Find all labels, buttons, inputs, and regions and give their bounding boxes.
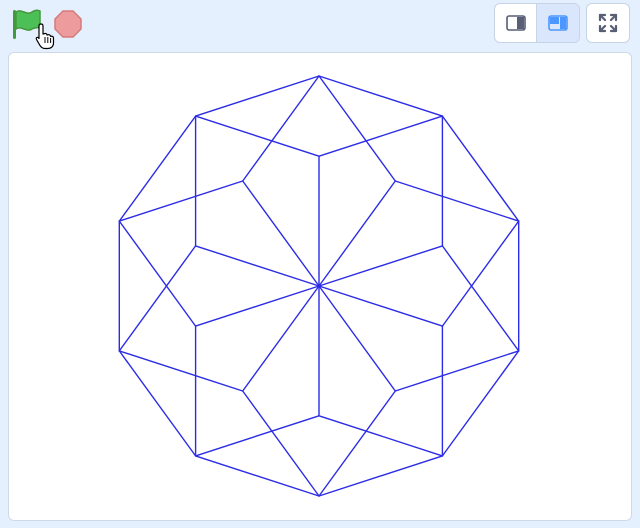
pen-line-38 (241, 75, 320, 182)
stop-sign-icon (54, 10, 82, 38)
pen-line-17 (441, 245, 520, 352)
pen-line-28 (241, 285, 320, 392)
fullscreen-button[interactable] (586, 3, 630, 43)
pen-line-19 (318, 285, 444, 327)
pen-line-39 (118, 180, 244, 222)
small-stage-button[interactable] (495, 4, 538, 42)
normal-stage-icon (548, 15, 568, 31)
pen-line-23 (318, 390, 396, 497)
pen-line-11 (318, 115, 444, 157)
stage-size-toggle (494, 3, 580, 43)
stage-header (0, 0, 640, 52)
pen-line-6 (118, 350, 197, 457)
pen-line-30 (241, 390, 320, 497)
pen-drawing (118, 75, 520, 497)
pen-line-24 (394, 350, 520, 392)
pen-line-1 (441, 115, 520, 222)
normal-stage-button[interactable] (537, 4, 579, 42)
pen-line-0 (318, 75, 444, 117)
pen-line-22 (318, 285, 396, 392)
small-stage-icon (505, 15, 526, 31)
pen-line-15 (318, 75, 396, 182)
green-flag-icon (13, 9, 41, 39)
pen-line-4 (318, 455, 444, 497)
pen-line-5 (194, 455, 320, 497)
green-flag-button[interactable] (8, 6, 44, 42)
fullscreen-icon (598, 13, 618, 33)
pen-line-16 (318, 245, 444, 287)
pen-line-3 (441, 350, 520, 457)
pen-line-37 (241, 180, 320, 287)
pen-line-27 (318, 415, 444, 457)
pen-line-12 (194, 115, 320, 157)
pen-line-21 (441, 220, 520, 327)
pen-line-29 (118, 350, 244, 392)
stop-button[interactable] (52, 8, 84, 40)
pen-line-13 (318, 180, 396, 287)
pen-line-32 (118, 220, 197, 327)
pen-line-26 (194, 415, 320, 457)
pen-line-34 (194, 245, 320, 287)
pen-line-36 (118, 245, 197, 352)
pen-line-31 (194, 285, 320, 327)
pen-line-8 (118, 115, 197, 222)
pen-line-14 (394, 180, 520, 222)
stage-canvas[interactable] (8, 52, 632, 521)
pen-line-9 (194, 75, 320, 117)
